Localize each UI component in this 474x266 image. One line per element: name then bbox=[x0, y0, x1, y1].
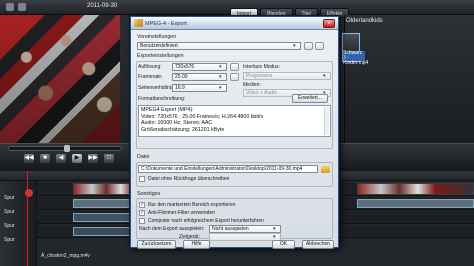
resolution-more-button[interactable] bbox=[230, 63, 239, 71]
mpeg4-export-dialog: MPEG-4 - Export × Voreinstellungen Benut… bbox=[130, 16, 339, 249]
rewind-button[interactable]: ◀ bbox=[56, 154, 66, 163]
aspect-ratio-label: Seitenverhältnis: bbox=[138, 85, 175, 91]
undo-icon[interactable] bbox=[18, 3, 26, 11]
track-label-4: Spur bbox=[4, 237, 15, 243]
save-preset-icon[interactable] bbox=[304, 42, 313, 50]
extended-button[interactable]: Erweitert... bbox=[292, 94, 328, 103]
interlace-value: Progressive bbox=[246, 73, 273, 79]
after-export-select[interactable]: Nicht ausspielen ▾ bbox=[209, 225, 281, 233]
overwrite-checkbox[interactable] bbox=[139, 176, 145, 182]
interlace-label: Interlace Modus: bbox=[243, 64, 280, 70]
audio-clip-right[interactable] bbox=[357, 199, 474, 208]
cancel-button[interactable]: Abbrechen bbox=[302, 240, 334, 249]
chevron-down-icon: ▾ bbox=[219, 85, 222, 91]
format-line-4: Größenabschätzung: 261201 kByte bbox=[141, 126, 225, 133]
back-icon[interactable] bbox=[6, 3, 14, 11]
ok-button[interactable]: OK bbox=[272, 240, 295, 249]
chevron-down-icon: ▾ bbox=[323, 73, 326, 79]
resolution-value: 720x576 bbox=[175, 64, 195, 70]
presets-label: Voreinstellungen bbox=[137, 34, 177, 40]
play-button[interactable]: ▶ bbox=[72, 154, 82, 163]
reset-button[interactable]: Zurücksetzen bbox=[137, 240, 176, 249]
preset-value: Benutzerdefiniert bbox=[140, 43, 178, 49]
anti-flicker-label: Anti-Flimmer-Filter verwenden bbox=[148, 210, 215, 216]
preset-select[interactable]: Benutzerdefiniert ▾ bbox=[137, 42, 301, 50]
preview-overlay bbox=[0, 15, 120, 143]
timeline-playhead[interactable] bbox=[27, 171, 28, 266]
stop-button[interactable]: ■ bbox=[40, 154, 50, 163]
previous-button[interactable]: ◀◀ bbox=[24, 154, 34, 163]
record-marker-icon bbox=[25, 189, 33, 197]
chevron-down-icon: ▾ bbox=[293, 43, 296, 49]
framerate-select[interactable]: 25.00 ▾ bbox=[172, 73, 227, 81]
interlace-select[interactable]: Progressive ▾ bbox=[243, 72, 331, 80]
preview-slider[interactable] bbox=[8, 145, 122, 152]
media-folder-title: Olderlandkids bbox=[346, 18, 383, 24]
format-line-3: Audio: 16000 Hz; Stereo; AAC bbox=[141, 120, 213, 127]
media-value: Video + Audio bbox=[246, 90, 277, 96]
anti-flicker-checkbox[interactable] bbox=[139, 210, 145, 216]
target-select[interactable]: ▾ bbox=[209, 233, 281, 241]
framerate-more-button[interactable] bbox=[230, 73, 239, 81]
format-line-1: MPEG4 Export (MP4): bbox=[141, 107, 194, 113]
delete-preset-icon[interactable] bbox=[315, 42, 324, 50]
description-scrollbar[interactable] bbox=[324, 107, 329, 135]
export-settings-label: Exporteinstellungen bbox=[137, 53, 184, 59]
track-label-1: Spur bbox=[4, 195, 15, 201]
marked-area-checkbox[interactable] bbox=[139, 202, 145, 208]
forward-button[interactable]: ▶▶ bbox=[88, 154, 98, 163]
after-export-value: Nicht ausspielen bbox=[212, 226, 249, 232]
aspect-ratio-select[interactable]: 16:9 ▾ bbox=[172, 84, 227, 92]
close-icon[interactable]: × bbox=[323, 19, 335, 28]
dialog-title: MPEG-4 - Export bbox=[145, 21, 187, 27]
timeline-video-clip-right[interactable] bbox=[357, 183, 474, 195]
format-description-text: MPEG4 Export (MP4): Video: 720x576 ; 25.… bbox=[138, 105, 331, 137]
marked-area-label: Nur den markierten Bereich exportieren bbox=[148, 202, 236, 208]
help-button[interactable]: Hilfe bbox=[183, 240, 210, 249]
misc-label: Sonstiges bbox=[137, 191, 161, 197]
slider-handle[interactable] bbox=[64, 145, 70, 152]
media-thumbnail-label: Schwarz 3 - Kinder.mp4 bbox=[343, 50, 369, 66]
track-label-2: Spur bbox=[4, 209, 15, 215]
project-date: 2011-09-30 bbox=[87, 3, 118, 9]
after-export-label: Nach dem Export ausspielen: bbox=[139, 226, 205, 232]
format-description-label: Formatbeschreibung: bbox=[138, 96, 186, 102]
aspect-ratio-value: 16:9 bbox=[175, 85, 185, 91]
chevron-down-icon: ▾ bbox=[273, 226, 276, 232]
timeline-clip-label: Ä_chrafen2_mpg.m4v bbox=[41, 253, 90, 259]
overwrite-label: Datei ohne Rückfrage überschreiben bbox=[148, 176, 230, 182]
media-bin bbox=[344, 15, 474, 143]
framerate-label: Framerate: bbox=[138, 74, 163, 80]
resolution-label: Auflösung: bbox=[138, 64, 162, 70]
shutdown-label: Computer nach erfolgreichem Export herun… bbox=[148, 218, 264, 224]
media-label: Medien: bbox=[243, 82, 261, 88]
chevron-down-icon: ▾ bbox=[219, 74, 222, 80]
dialog-app-icon bbox=[134, 19, 143, 27]
folder-icon[interactable] bbox=[321, 166, 330, 173]
shutdown-checkbox[interactable] bbox=[139, 218, 145, 224]
chevron-down-icon: ▾ bbox=[219, 64, 222, 70]
file-path-input[interactable]: C:\Dokumente und Einstellungen\Administr… bbox=[138, 165, 318, 173]
track-label-3: Spur bbox=[4, 223, 15, 229]
fullscreen-button[interactable]: □ bbox=[104, 154, 114, 163]
dialog-titlebar: MPEG-4 - Export × bbox=[131, 17, 338, 30]
file-label: Datei bbox=[137, 154, 150, 160]
format-line-2: Video: 720x576 ; 25.00 Frames/s; H.264 4… bbox=[141, 113, 264, 120]
resolution-select[interactable]: 720x576 ▾ bbox=[172, 63, 227, 71]
framerate-value: 25.00 bbox=[175, 74, 188, 80]
